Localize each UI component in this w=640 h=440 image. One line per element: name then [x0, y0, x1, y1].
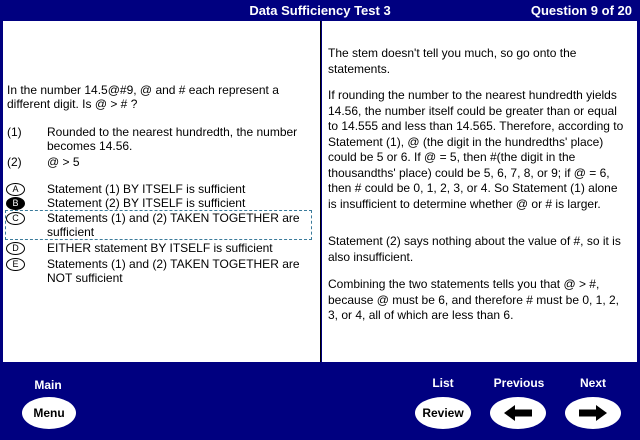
- menu-button[interactable]: Menu: [22, 397, 76, 429]
- choice-c-text: Statements (1) and (2) TAKEN TOGETHER ar…: [47, 211, 300, 239]
- explanation-paragraph: The stem doesn't tell you much, so go on…: [328, 46, 577, 76]
- choice-e-bubble[interactable]: E: [6, 258, 25, 271]
- choice-a-bubble[interactable]: A: [6, 183, 25, 196]
- previous-label: Previous: [493, 376, 545, 390]
- statement-number: (2): [7, 155, 22, 169]
- choice-a-text: Statement (1) BY ITSELF is sufficient: [47, 182, 246, 196]
- question-counter: Question 9 of 20: [530, 3, 632, 18]
- main-label: Main: [34, 378, 62, 392]
- explanation-paragraph: If rounding the number to the nearest hu…: [328, 88, 624, 211]
- choice-e-text: Statements (1) and (2) TAKEN TOGETHER ar…: [47, 257, 300, 285]
- explanation-paragraph: Statement (2) says nothing about the val…: [328, 234, 621, 264]
- explanation-pane: The stem doesn't tell you much, so go on…: [322, 21, 637, 362]
- statement-text: Rounded to the nearest hundredth, the nu…: [47, 125, 298, 153]
- previous-button[interactable]: [490, 397, 546, 429]
- choice-d-text: EITHER statement BY ITSELF is sufficient: [47, 241, 273, 255]
- review-button[interactable]: Review: [415, 397, 471, 429]
- choice-b-bubble[interactable]: B: [6, 197, 25, 210]
- list-label: List: [432, 376, 454, 390]
- choice-c[interactable]: C Statements (1) and (2) TAKEN TOGETHER …: [5, 210, 312, 240]
- next-label: Next: [579, 376, 606, 390]
- question-pane: In the number 14.5@#9, @ and # each repr…: [3, 21, 321, 362]
- right-arrow-icon: [579, 405, 607, 421]
- title-bar: Data Sufficiency Test 3 Question 9 of 20: [0, 0, 640, 20]
- choice-c-bubble[interactable]: C: [6, 212, 25, 225]
- choice-d-bubble[interactable]: D: [6, 242, 25, 255]
- statement-number: (1): [7, 125, 22, 139]
- statement-text: @ > 5: [47, 155, 80, 169]
- explanation-paragraph: Combining the two statements tells you t…: [328, 277, 620, 322]
- left-arrow-icon: [504, 405, 532, 421]
- next-button[interactable]: [565, 397, 621, 429]
- question-stem: In the number 14.5@#9, @ and # each repr…: [7, 83, 279, 111]
- choice-b-text: Statement (2) BY ITSELF is sufficient: [47, 196, 246, 210]
